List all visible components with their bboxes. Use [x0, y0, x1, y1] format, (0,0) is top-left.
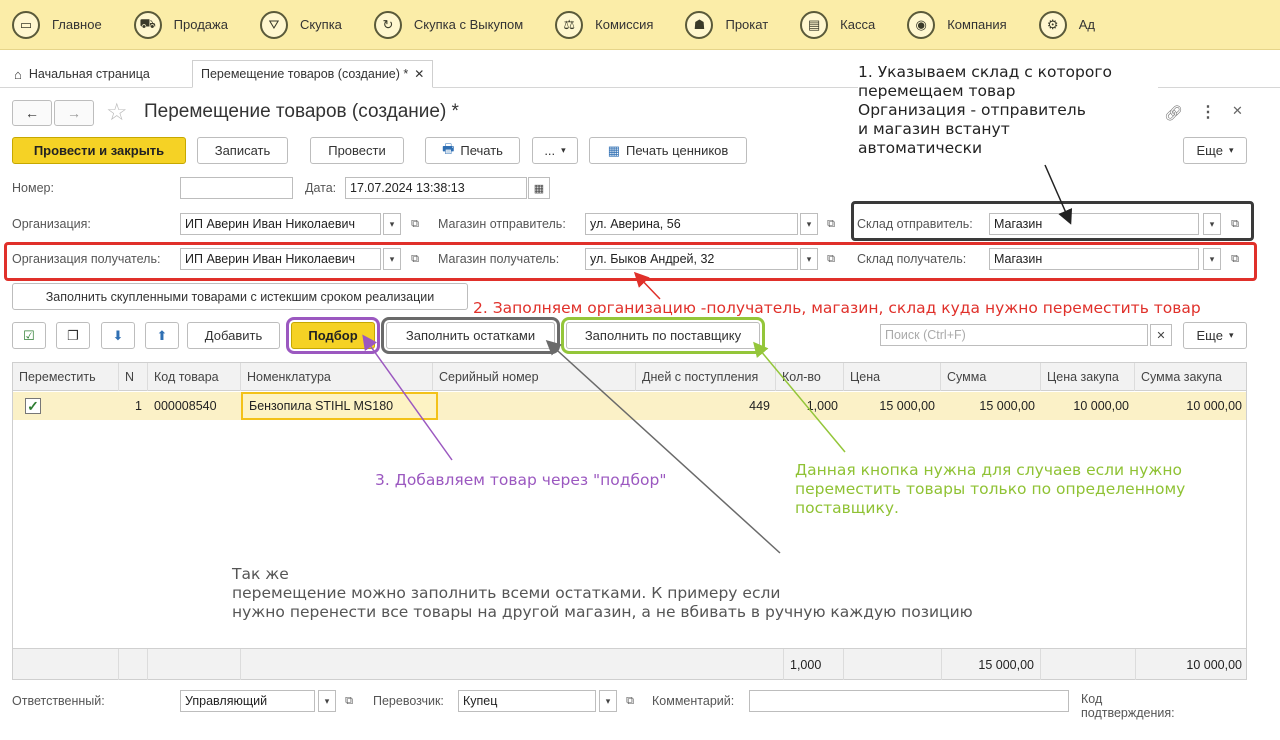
arrow-to-pick-button — [362, 334, 453, 461]
annotation-arrows — [362, 164, 1073, 554]
arrow-to-receiver-row — [633, 271, 661, 300]
arrow-to-supplier-button — [753, 341, 846, 453]
arrow-to-sender-warehouse — [1044, 164, 1073, 225]
arrow-to-fill-remains-button — [545, 339, 781, 554]
